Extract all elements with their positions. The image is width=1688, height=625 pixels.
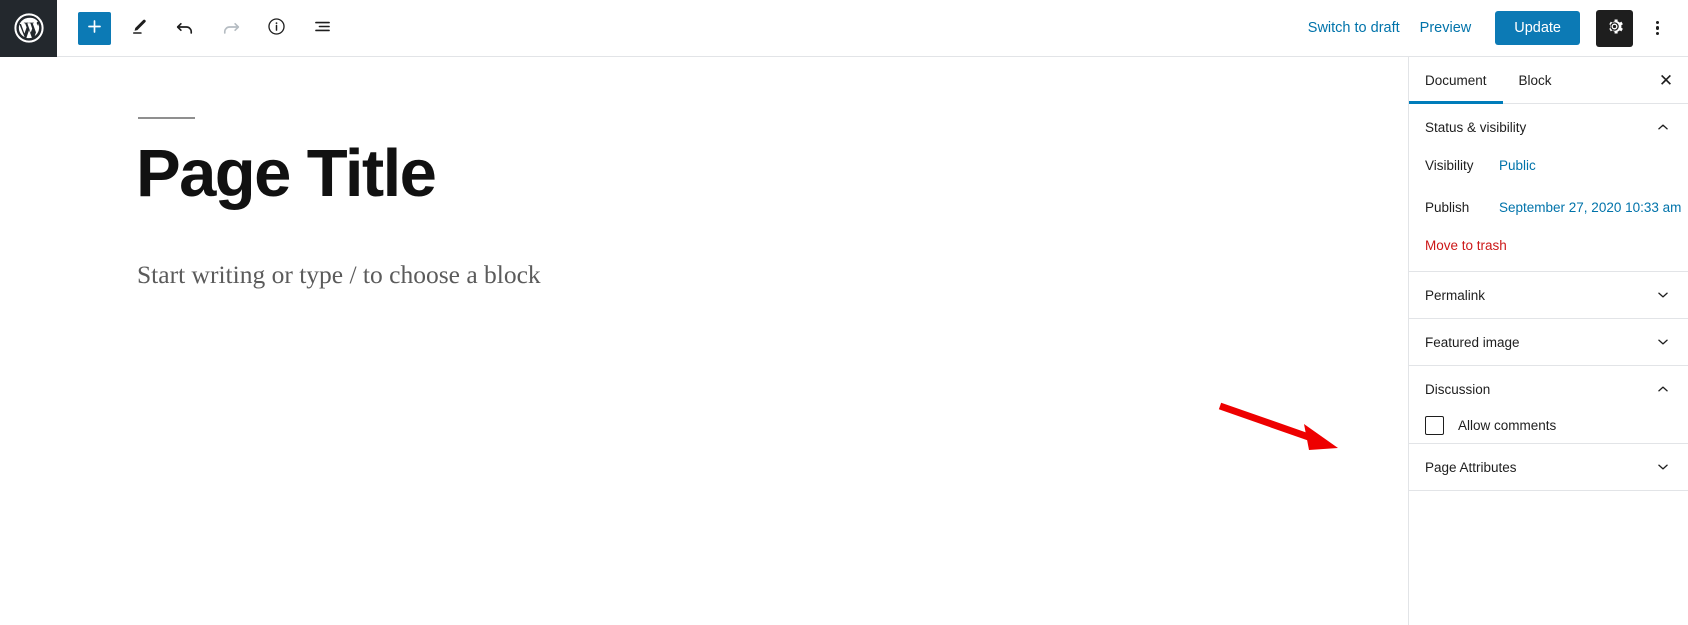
- panel-status-and-visibility: Status & visibility Visibility Public Pu…: [1409, 104, 1688, 272]
- panel-header-featured-image[interactable]: Featured image: [1409, 319, 1688, 365]
- list-view-button[interactable]: [304, 10, 341, 47]
- panel-page-attributes: Page Attributes: [1409, 444, 1688, 491]
- publish-date-button[interactable]: September 27, 2020 10:33 am: [1495, 198, 1685, 217]
- wordpress-logo-icon: [13, 12, 45, 44]
- publish-row: Publish September 27, 2020 10:33 am: [1425, 192, 1672, 222]
- close-icon: ✕: [1659, 72, 1673, 89]
- more-options-button[interactable]: [1639, 10, 1676, 47]
- chevron-down-icon: [1654, 286, 1672, 304]
- panel-title: Permalink: [1425, 288, 1485, 303]
- panel-title: Featured image: [1425, 335, 1520, 350]
- redo-button[interactable]: [212, 10, 249, 47]
- editor-top-bar: Switch to draft Preview Update: [0, 0, 1688, 57]
- visibility-row: Visibility Public: [1425, 150, 1672, 180]
- panel-title: Status & visibility: [1425, 120, 1526, 135]
- publish-label: Publish: [1425, 200, 1495, 215]
- wordpress-block-editor: Switch to draft Preview Update: [0, 0, 1688, 625]
- panel-title: Discussion: [1425, 382, 1490, 397]
- panel-header-status-and-visibility[interactable]: Status & visibility: [1409, 104, 1688, 150]
- settings-button[interactable]: [1596, 10, 1633, 47]
- page-title[interactable]: Page Title: [136, 135, 435, 213]
- panel-body-status-and-visibility: Visibility Public Publish September 27, …: [1409, 150, 1688, 271]
- allow-comments-checkbox[interactable]: [1425, 416, 1444, 435]
- preview-button[interactable]: Preview: [1410, 14, 1482, 42]
- chevron-up-icon: [1654, 118, 1672, 136]
- panel-header-discussion[interactable]: Discussion: [1409, 366, 1688, 412]
- wordpress-logo-button[interactable]: [0, 0, 57, 57]
- undo-button[interactable]: [166, 10, 203, 47]
- update-button[interactable]: Update: [1495, 11, 1580, 45]
- chevron-up-icon: [1654, 380, 1672, 398]
- editor-tools-group: [78, 0, 341, 57]
- add-block-button[interactable]: [78, 12, 111, 45]
- redo-icon: [220, 16, 242, 41]
- block-placeholder-text[interactable]: Start writing or type / to choose a bloc…: [137, 260, 541, 290]
- visibility-label: Visibility: [1425, 158, 1495, 173]
- chevron-down-icon: [1654, 333, 1672, 351]
- close-sidebar-button[interactable]: ✕: [1644, 57, 1688, 103]
- move-to-trash-button[interactable]: Move to trash: [1425, 234, 1507, 257]
- plus-icon: [85, 17, 104, 39]
- list-view-icon: [312, 16, 333, 40]
- panel-header-permalink[interactable]: Permalink: [1409, 272, 1688, 318]
- details-button[interactable]: [258, 10, 295, 47]
- sidebar-tablist: Document Block ✕: [1409, 57, 1688, 104]
- undo-icon: [174, 16, 196, 41]
- allow-comments-label[interactable]: Allow comments: [1458, 418, 1556, 433]
- visibility-value-button[interactable]: Public: [1495, 156, 1540, 175]
- allow-comments-row: Allow comments: [1409, 412, 1688, 443]
- panel-featured-image: Featured image: [1409, 319, 1688, 366]
- kebab-menu-icon: [1656, 19, 1660, 38]
- panel-discussion: Discussion Allow comments: [1409, 366, 1688, 444]
- tab-block[interactable]: Block: [1503, 57, 1568, 103]
- editor-actions-group: Switch to draft Preview Update: [1298, 0, 1688, 57]
- panel-header-page-attributes[interactable]: Page Attributes: [1409, 444, 1688, 490]
- panel-title: Page Attributes: [1425, 460, 1517, 475]
- title-divider: [138, 117, 195, 119]
- pencil-icon: [128, 16, 149, 40]
- editor-canvas[interactable]: Page Title Start writing or type / to ch…: [0, 57, 1408, 625]
- settings-sidebar: Document Block ✕ Status & visibility Vis…: [1408, 57, 1688, 625]
- chevron-down-icon: [1654, 458, 1672, 476]
- tab-document[interactable]: Document: [1409, 57, 1503, 103]
- panel-permalink: Permalink: [1409, 272, 1688, 319]
- gear-icon: [1605, 17, 1624, 39]
- info-icon: [266, 16, 287, 40]
- switch-to-draft-button[interactable]: Switch to draft: [1298, 14, 1410, 42]
- tools-button[interactable]: [120, 10, 157, 47]
